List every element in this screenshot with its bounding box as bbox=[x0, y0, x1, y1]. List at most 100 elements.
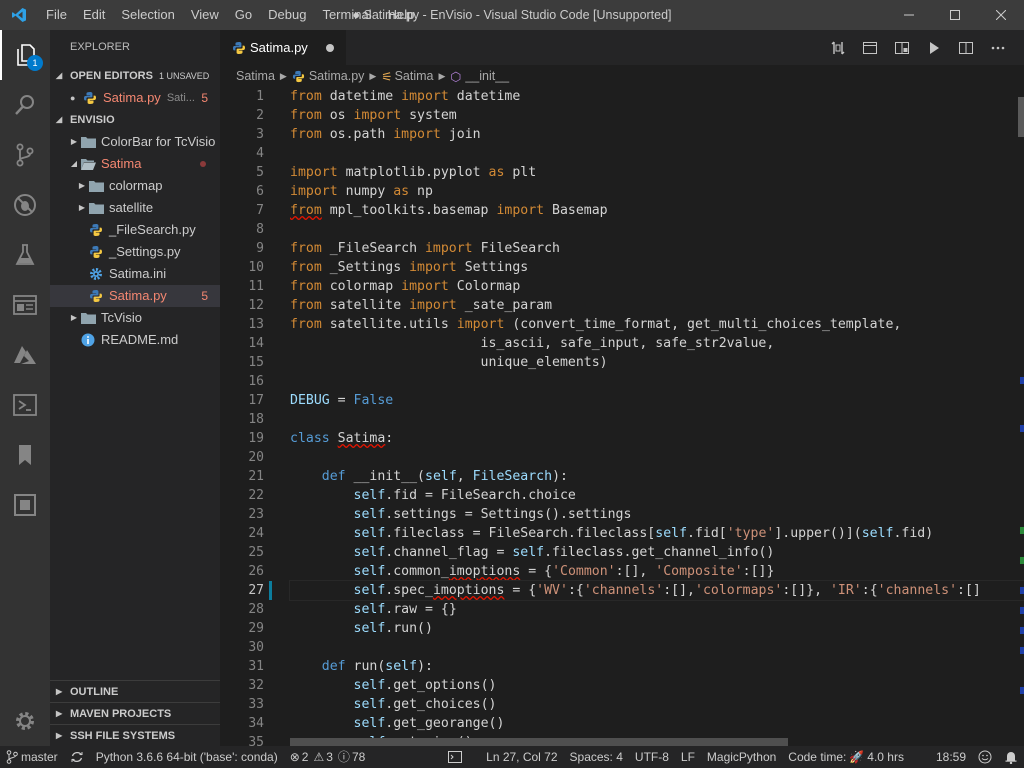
menu-file[interactable]: File bbox=[38, 0, 75, 30]
code-area[interactable]: from datetime import datetime from os im… bbox=[289, 87, 1024, 746]
language-mode[interactable]: MagicPython bbox=[701, 746, 782, 768]
remote-explorer-icon[interactable] bbox=[0, 280, 50, 330]
code-line: import matplotlib.pyplot as plt bbox=[290, 165, 537, 180]
extensions-icon[interactable] bbox=[0, 480, 50, 530]
modified-line-marker bbox=[269, 581, 272, 600]
open-editors-header[interactable]: ◢ OPEN EDITORS 1 UNSAVED bbox=[50, 65, 220, 87]
indentation[interactable]: Spaces: 4 bbox=[564, 746, 629, 768]
outline-header[interactable]: ▶ OUTLINE bbox=[50, 680, 220, 702]
code-time[interactable]: Code time: 🚀 4.0 hrs bbox=[782, 746, 910, 768]
maven-projects-header[interactable]: ▶ MAVEN PROJECTS bbox=[50, 702, 220, 724]
tree-item-tcvisio[interactable]: ▶ TcVisio bbox=[50, 307, 220, 329]
folder-icon bbox=[80, 310, 96, 326]
chevron-right-icon: ▶ bbox=[78, 181, 86, 190]
chevron-right-icon: ▶ bbox=[70, 137, 78, 146]
bookmark-icon[interactable] bbox=[0, 430, 50, 480]
code-editor[interactable]: 1 2 3 4 5 6 7 8 9 10 11 12 13 14 15 16 17 18 19 20 21 22 23 24 2… bbox=[220, 87, 1024, 746]
explorer-icon[interactable]: 1 bbox=[0, 30, 50, 80]
tree-item-filesearch[interactable]: _FileSearch.py bbox=[50, 219, 220, 241]
source-control-icon[interactable] bbox=[0, 130, 50, 180]
close-icon[interactable] bbox=[978, 0, 1024, 30]
line-number: 24 bbox=[248, 526, 264, 541]
menu-go[interactable]: Go bbox=[227, 0, 260, 30]
menu-selection[interactable]: Selection bbox=[113, 0, 182, 30]
warning-count: 3 bbox=[326, 750, 333, 764]
code-line: self.fileclass = FileSearch.fileclass[se… bbox=[353, 526, 934, 541]
line-number: 5 bbox=[256, 165, 264, 180]
menu-help[interactable]: Help bbox=[380, 0, 423, 30]
tree-item-label: _Settings.py bbox=[109, 244, 181, 259]
open-editors-label: OPEN EDITORS bbox=[70, 70, 153, 82]
horizontal-scrollbar[interactable] bbox=[290, 738, 788, 746]
menu-edit[interactable]: Edit bbox=[75, 0, 113, 30]
tree-item-satellite[interactable]: ▶ satellite bbox=[50, 197, 220, 219]
powershell-icon[interactable] bbox=[0, 380, 50, 430]
ssh-file-systems-header[interactable]: ▶ SSH FILE SYSTEMS bbox=[50, 724, 220, 746]
code-line: is_ascii, safe_input, safe_str2value, bbox=[290, 336, 775, 351]
minimize-icon[interactable] bbox=[886, 0, 932, 30]
branch-name: master bbox=[21, 750, 58, 764]
info-count: 78 bbox=[351, 750, 366, 764]
cursor-position[interactable]: Ln 27, Col 72 bbox=[480, 746, 563, 768]
end-of-line[interactable]: LF bbox=[675, 746, 701, 768]
open-preview-icon[interactable] bbox=[854, 30, 886, 65]
line-number: 7 bbox=[256, 203, 264, 218]
breadcrumb-method[interactable]: __init__ bbox=[465, 69, 509, 83]
feedback-smiley-icon[interactable] bbox=[972, 746, 998, 768]
vscode-logo-icon bbox=[0, 0, 38, 30]
tree-item-satima-folder[interactable]: ◢ Satima bbox=[50, 153, 220, 175]
terminal-icon[interactable] bbox=[442, 746, 468, 768]
folder-icon bbox=[88, 178, 104, 194]
search-icon[interactable] bbox=[0, 80, 50, 130]
line-number: 35 bbox=[248, 735, 264, 746]
azure-icon[interactable] bbox=[0, 330, 50, 380]
open-editor-item[interactable]: ● Satima.py Sati... 5 bbox=[50, 87, 220, 109]
python-interpreter[interactable]: Python 3.6.6 64-bit ('base': conda) bbox=[90, 746, 284, 768]
run-file-icon[interactable] bbox=[918, 30, 950, 65]
problems-summary[interactable]: ⊗ 2 ⚠ 3 ⓘ 78 bbox=[284, 746, 372, 768]
code-line: from _FileSearch import FileSearch bbox=[290, 241, 560, 256]
maximize-icon[interactable] bbox=[932, 0, 978, 30]
breadcrumb-folder[interactable]: Satima bbox=[236, 69, 275, 83]
notifications-bell-icon[interactable] bbox=[998, 746, 1024, 768]
menu-view[interactable]: View bbox=[183, 0, 227, 30]
encoding[interactable]: UTF-8 bbox=[629, 746, 675, 768]
sync-icon[interactable] bbox=[64, 746, 90, 768]
tree-item-readme[interactable]: README.md bbox=[50, 329, 220, 351]
line-number: 14 bbox=[248, 336, 264, 351]
menu-terminal[interactable]: Terminal bbox=[314, 0, 379, 30]
line-number: 8 bbox=[256, 222, 264, 237]
tree-item-ini[interactable]: Satima.ini bbox=[50, 263, 220, 285]
code-line: self.run() bbox=[353, 621, 433, 636]
python-file-icon bbox=[88, 222, 104, 238]
workspace-root-header[interactable]: ◢ ENVISIO bbox=[50, 109, 220, 131]
git-branch[interactable]: master bbox=[0, 746, 64, 768]
breadcrumb-file[interactable]: Satima.py bbox=[309, 69, 365, 83]
unsaved-dot-icon[interactable] bbox=[326, 44, 334, 52]
line-number: 2 bbox=[256, 108, 264, 123]
editor-tab-bar: Satima.py bbox=[220, 30, 1024, 65]
preview-side-icon[interactable] bbox=[886, 30, 918, 65]
test-flask-icon[interactable] bbox=[0, 230, 50, 280]
chevron-down-icon: ◢ bbox=[56, 71, 63, 80]
editor-tab[interactable]: Satima.py bbox=[220, 30, 346, 65]
sidebar-bottom-sections: ▶ OUTLINE ▶ MAVEN PROJECTS ▶ SSH FILE SY… bbox=[50, 680, 220, 746]
split-editor-icon[interactable] bbox=[950, 30, 982, 65]
compare-changes-icon[interactable] bbox=[822, 30, 854, 65]
line-number: 30 bbox=[248, 640, 264, 655]
line-number: 10 bbox=[248, 260, 264, 275]
tree-item-colormap[interactable]: ▶ colormap bbox=[50, 175, 220, 197]
method-symbol-icon: ⬡ bbox=[450, 69, 462, 84]
overview-ruler[interactable] bbox=[1018, 87, 1024, 746]
tree-item-colorbar[interactable]: ▶ ColorBar for TcVisio bbox=[50, 131, 220, 153]
more-actions-icon[interactable] bbox=[982, 30, 1014, 65]
line-number: 12 bbox=[248, 298, 264, 313]
code-time-label: Code time: bbox=[788, 750, 847, 764]
open-folder-icon bbox=[80, 156, 96, 172]
breadcrumb-class[interactable]: Satima bbox=[395, 69, 434, 83]
menu-debug[interactable]: Debug bbox=[260, 0, 314, 30]
settings-gear-icon[interactable] bbox=[0, 696, 50, 746]
tree-item-satima-py[interactable]: Satima.py 5 bbox=[50, 285, 220, 307]
debug-icon[interactable] bbox=[0, 180, 50, 230]
tree-item-settings[interactable]: _Settings.py bbox=[50, 241, 220, 263]
